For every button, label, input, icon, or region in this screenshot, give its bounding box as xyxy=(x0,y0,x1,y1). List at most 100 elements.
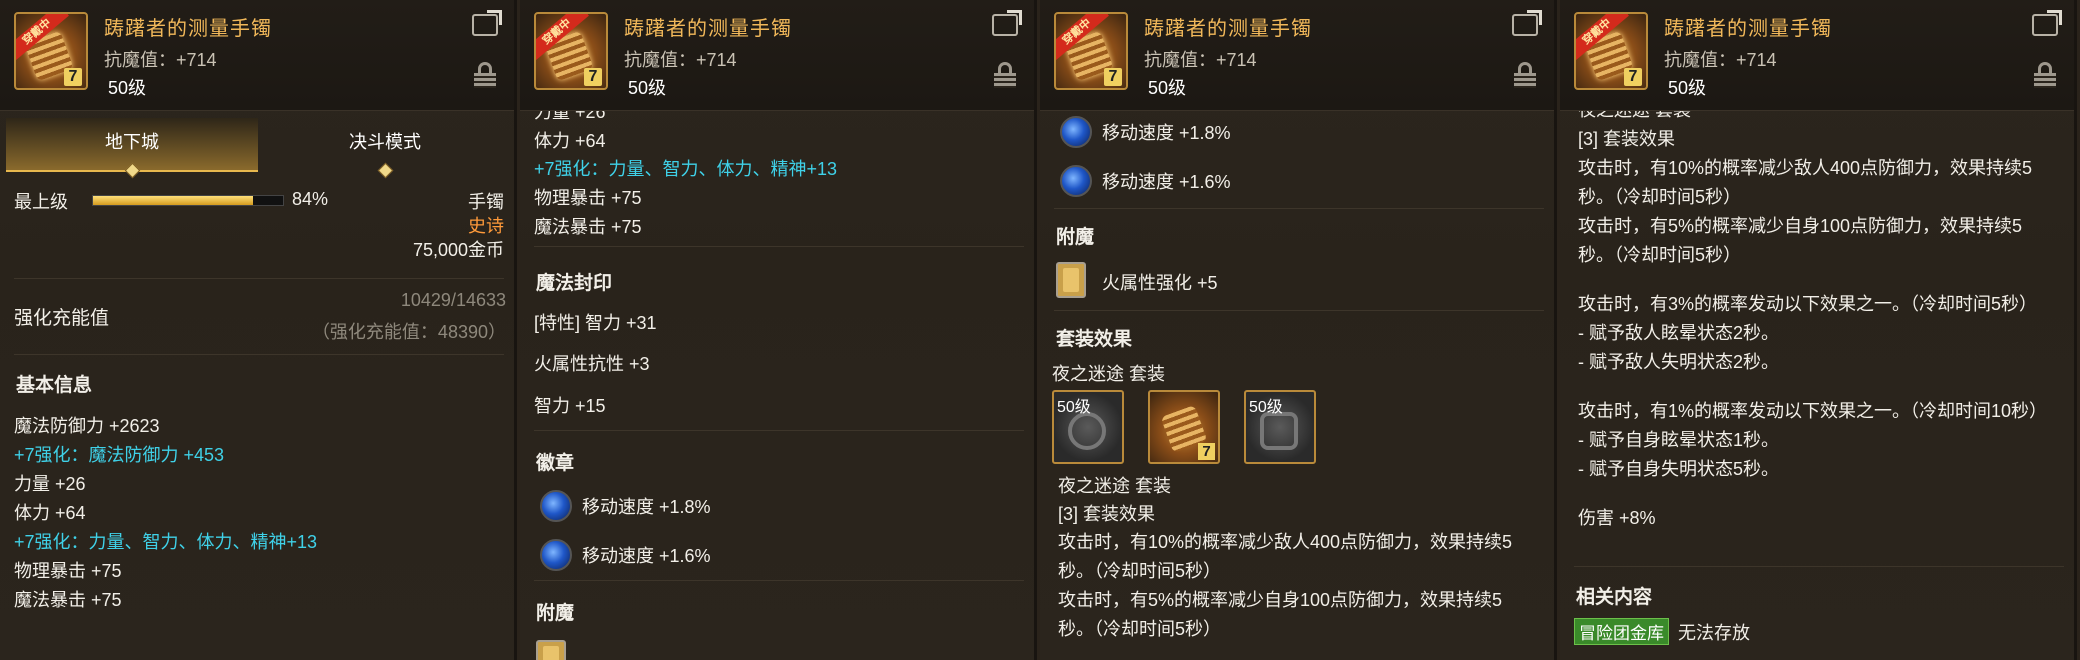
item-header: 穿戴中 7 踌躇者的测量手镯 抗魔值：+714 50级 xyxy=(0,0,514,111)
set-effect-line: 攻击时，有5%的概率减少自身100点防御力，效果持续5 xyxy=(1578,216,2023,236)
mode-tabs: 地下城 决斗模式 xyxy=(6,118,511,179)
emblem-line: 移动速度 +1.8% xyxy=(582,497,711,517)
enchant-card-icon xyxy=(1056,262,1086,298)
emblem-line: 移动速度 +1.6% xyxy=(582,546,711,566)
lock-icon[interactable] xyxy=(1514,62,1536,88)
set-effect-line: 攻击时，有5%的概率减少自身100点防御力，效果持续5 xyxy=(1058,590,1503,610)
set-effect-line: 攻击时，有10%的概率减少敌人400点防御力，效果持续5 xyxy=(1058,532,1513,552)
set-name: 夜之迷途 套装 xyxy=(1058,476,1172,496)
bracelet-icon: 穿戴中 7 xyxy=(1054,12,1128,90)
item-name: 踌躇者的测量手镯 xyxy=(104,18,272,40)
item-header: 穿戴中 7 踌躇者的测量手镯 抗魔值：+714 50级 xyxy=(1040,0,1554,111)
divider xyxy=(534,580,1024,581)
divider xyxy=(1054,310,1544,311)
seal-line: 火属性抗性 +3 xyxy=(534,354,650,374)
divider xyxy=(534,246,1024,247)
set-name: 夜之迷途 套装 xyxy=(1578,110,1692,120)
grade-label: 最上级 xyxy=(14,192,68,212)
bracelet-icon: 穿戴中 7 xyxy=(14,12,88,90)
basic-info-title: 基本信息 xyxy=(16,375,93,396)
slot-type: 手镯 xyxy=(468,192,504,212)
tooltip-panel-1: 穿戴中 7 踌躇者的测量手镯 抗魔值：+714 50级 地下城 决斗模式 最上级… xyxy=(0,0,517,660)
lock-icon[interactable] xyxy=(994,62,1016,88)
storage-row: 冒险团金库 无法存放 xyxy=(1574,618,1750,645)
set-item-slot[interactable]: 50级 xyxy=(1052,390,1124,464)
item-level: 50级 xyxy=(1668,78,1707,98)
reinforce-badge: 7 xyxy=(1624,68,1642,86)
blue-emblem-icon xyxy=(1060,165,1092,197)
set-item-slot[interactable]: 7 xyxy=(1148,390,1220,464)
set-effect-subtitle: [3] 套装效果 xyxy=(1578,129,1676,149)
stat-line: 魔法防御力 +2623 xyxy=(14,416,160,436)
enchant-line: 火属性强化 +5 xyxy=(1102,273,1218,293)
stat-line: 魔法暴击 +75 xyxy=(534,217,642,237)
share-icon[interactable] xyxy=(992,14,1018,36)
bracelet-icon: 穿戴中 7 xyxy=(534,12,608,90)
item-level: 50级 xyxy=(628,78,667,98)
item-name: 踌躇者的测量手镯 xyxy=(1144,18,1312,40)
grade-percent: 84% xyxy=(292,189,329,209)
set-effect-line: 秒。（冷却时间5秒） xyxy=(1578,187,1742,207)
set-item-slot[interactable]: 50级 xyxy=(1244,390,1316,464)
divider xyxy=(14,354,504,355)
item-magic-resist: 抗魔值：+714 xyxy=(104,50,217,70)
set-effect-line: - 赋予自身眩晕状态1秒。 xyxy=(1578,430,1780,450)
grade-bar xyxy=(92,195,284,206)
item-name: 踌躇者的测量手镯 xyxy=(624,18,792,40)
divider xyxy=(1054,208,1544,209)
stat-line: 物理暴击 +75 xyxy=(14,561,122,581)
set-name: 夜之迷途 套装 xyxy=(1052,364,1166,384)
reinforce-badge: 7 xyxy=(1104,68,1122,86)
related-title: 相关内容 xyxy=(1576,587,1653,608)
stat-line: +7强化：力量、智力、体力、精神+13 xyxy=(14,532,318,552)
share-icon[interactable] xyxy=(2032,14,2058,36)
adventure-vault-badge: 冒险团金库 xyxy=(1574,618,1669,645)
set-effect-line: 秒。（冷却时间5秒） xyxy=(1578,245,1742,265)
lock-icon[interactable] xyxy=(2034,62,2056,88)
divider xyxy=(14,278,504,279)
blue-emblem-icon xyxy=(1060,116,1092,148)
emblem-line: 移动速度 +1.6% xyxy=(1102,172,1231,192)
lock-icon[interactable] xyxy=(474,62,496,88)
blue-emblem-icon xyxy=(540,539,572,571)
share-icon[interactable] xyxy=(1512,14,1538,36)
set-effect-title: 套装效果 xyxy=(1056,329,1133,350)
diamond-icon xyxy=(124,162,141,179)
item-magic-resist: 抗魔值：+714 xyxy=(1144,50,1257,70)
item-name: 踌躇者的测量手镯 xyxy=(1664,18,1832,40)
item-header: 穿戴中 7 踌躇者的测量手镯 抗魔值：+714 50级 xyxy=(1560,0,2074,111)
set-effect-subtitle: [3] 套装效果 xyxy=(1058,504,1156,524)
seal-line: [特性] 智力 +31 xyxy=(534,313,657,333)
emblem-title: 徽章 xyxy=(536,453,575,474)
set-effect-line: 伤害 +8% xyxy=(1578,508,1656,528)
charge-value: 10429/14633 xyxy=(400,290,506,310)
emblem-line: 移动速度 +1.8% xyxy=(1102,123,1231,143)
grade-bar-fill xyxy=(93,196,253,205)
charge-label: 强化充能值 xyxy=(14,308,110,329)
tab-pvp[interactable]: 决斗模式 xyxy=(259,118,511,179)
stat-line: +7强化：力量、智力、体力、精神+13 xyxy=(534,159,838,179)
enchant-title: 附魔 xyxy=(1056,227,1095,248)
rarity: 史诗 xyxy=(468,216,504,236)
diamond-icon xyxy=(377,162,394,179)
set-effect-line: 秒。（冷却时间5秒） xyxy=(1058,561,1222,581)
set-effect-line: 攻击时，有1%的概率发动以下效果之一。（冷却时间10秒） xyxy=(1578,401,2048,421)
item-magic-resist: 抗魔值：+714 xyxy=(624,50,737,70)
stat-line: 物理暴击 +75 xyxy=(534,188,642,208)
stat-line: 力量 +26 xyxy=(534,110,606,122)
tooltip-panel-4: 穿戴中 7 踌躇者的测量手镯 抗魔值：+714 50级 夜之迷途 套装 [3] … xyxy=(1560,0,2077,660)
item-magic-resist: 抗魔值：+714 xyxy=(1664,50,1777,70)
set-effect-line: 秒。（冷却时间5秒） xyxy=(1058,619,1222,639)
reinforce-badge: 7 xyxy=(584,68,602,86)
set-effect-line: - 赋予敌人眩晕状态2秒。 xyxy=(1578,323,1780,343)
set-effect-line: - 赋予敌人失明状态2秒。 xyxy=(1578,352,1780,372)
stat-line: 体力 +64 xyxy=(534,131,606,151)
item-level: 50级 xyxy=(1148,78,1187,98)
tab-dungeon[interactable]: 地下城 xyxy=(6,118,258,179)
charge-sub: （强化充能值：48390） xyxy=(311,322,506,342)
divider xyxy=(534,430,1024,431)
bracelet-icon: 穿戴中 7 xyxy=(1574,12,1648,90)
reinforce-badge: 7 xyxy=(64,68,82,86)
share-icon[interactable] xyxy=(472,14,498,36)
magic-seal-title: 魔法封印 xyxy=(536,273,613,294)
